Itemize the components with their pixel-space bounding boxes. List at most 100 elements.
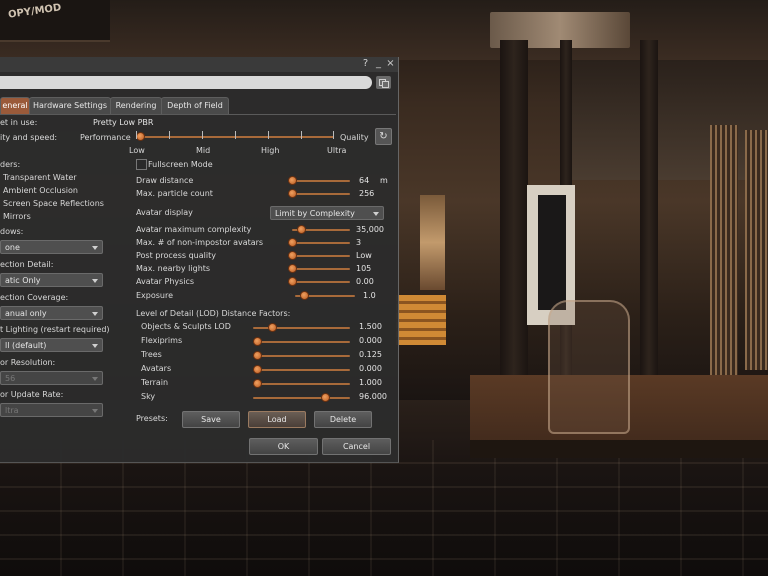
- exposure-value: 1.0: [363, 291, 376, 300]
- non-impostor-label: Max. # of non-impostor avatars: [136, 238, 264, 247]
- save-preset-button[interactable]: Save: [182, 411, 240, 428]
- post-process-slider[interactable]: [288, 251, 350, 261]
- chevron-down-icon: [92, 279, 98, 283]
- slider-thumb[interactable]: [288, 176, 297, 185]
- search-input[interactable]: [0, 76, 372, 89]
- slider-thumb[interactable]: [253, 379, 262, 388]
- shaders-label: ders:: [0, 160, 21, 169]
- post-process-label: Post process quality: [136, 251, 216, 260]
- slider-thumb[interactable]: [296, 225, 306, 234]
- draw-distance-unit: m: [380, 176, 388, 185]
- slider-thumb[interactable]: [288, 264, 297, 273]
- mirror-resolution-value: 56: [5, 374, 16, 383]
- presets-label: Presets:: [136, 414, 168, 423]
- nearby-lights-slider[interactable]: [288, 264, 350, 274]
- lod-avatars-value: 0.000: [359, 364, 382, 373]
- ok-button[interactable]: OK: [249, 438, 318, 455]
- load-preset-button[interactable]: Load: [248, 411, 306, 428]
- lighting-label: t Lighting (restart required): [0, 325, 110, 334]
- scene-wood-slats: [745, 130, 768, 370]
- chevron-down-icon: [92, 377, 98, 381]
- mirror-update-dropdown: ltra: [0, 403, 103, 417]
- nearby-lights-label: Max. nearby lights: [136, 264, 211, 273]
- slider-thumb[interactable]: [288, 189, 297, 198]
- particle-count-value: 256: [359, 189, 375, 198]
- shadows-label: dows:: [0, 227, 24, 236]
- preferences-dialog: ? _ × eneral Hardware Settings Rendering…: [0, 57, 399, 463]
- draw-distance-value: 64: [359, 176, 370, 185]
- avatar-display-dropdown[interactable]: Limit by Complexity: [270, 206, 384, 220]
- slider-thumb[interactable]: [253, 365, 262, 374]
- chevron-down-icon: [92, 312, 98, 316]
- post-process-value: Low: [356, 251, 372, 260]
- slider-thumb[interactable]: [267, 323, 277, 332]
- help-icon[interactable]: ?: [360, 58, 371, 70]
- tab-depth-of-field[interactable]: Depth of Field: [161, 97, 229, 114]
- chevron-down-icon: [92, 409, 98, 413]
- chevron-down-icon: [92, 344, 98, 348]
- lod-avatars-slider[interactable]: [253, 365, 350, 375]
- scene-light-column: [420, 195, 445, 290]
- mirror-update-value: ltra: [5, 406, 19, 415]
- reflection-coverage-dropdown[interactable]: anual only: [0, 306, 103, 320]
- non-impostor-slider[interactable]: [288, 238, 350, 248]
- slider-thumb[interactable]: [288, 277, 297, 286]
- shader-option[interactable]: Ambient Occlusion: [3, 186, 78, 196]
- scene-sign: OPY/MOD: [0, 0, 110, 42]
- lod-objects-value: 1.500: [359, 322, 382, 331]
- slider-thumb[interactable]: [299, 291, 309, 300]
- tab-hardware-settings[interactable]: Hardware Settings: [29, 97, 111, 114]
- avatar-physics-label: Avatar Physics: [136, 277, 195, 286]
- lod-trees-slider[interactable]: [253, 351, 350, 361]
- lod-objects-slider[interactable]: [253, 323, 350, 333]
- lod-flexiprims-value: 0.000: [359, 336, 382, 345]
- lod-trees-value: 0.125: [359, 350, 382, 359]
- slider-thumb[interactable]: [288, 238, 297, 247]
- lod-sky-slider[interactable]: [253, 393, 350, 403]
- avatar-complexity-slider[interactable]: [292, 225, 350, 235]
- avatar-physics-slider[interactable]: [288, 277, 350, 287]
- lod-terrain-slider[interactable]: [253, 379, 350, 389]
- shadows-dropdown[interactable]: one: [0, 240, 103, 254]
- draw-distance-slider[interactable]: [288, 176, 350, 186]
- scene-sign-text: OPY/MOD: [7, 2, 62, 21]
- quality-label-right: Quality: [340, 133, 369, 142]
- minimize-icon[interactable]: _: [373, 58, 384, 70]
- slider-thumb[interactable]: [253, 337, 262, 346]
- exposure-slider[interactable]: [295, 291, 355, 301]
- slider-thumb[interactable]: [320, 393, 330, 402]
- shader-option[interactable]: Screen Space Reflections: [3, 199, 104, 209]
- close-icon[interactable]: ×: [385, 58, 396, 70]
- slider-thumb[interactable]: [253, 351, 262, 360]
- particle-count-slider[interactable]: [288, 189, 350, 199]
- reflection-detail-dropdown[interactable]: atic Only: [0, 273, 103, 287]
- avatar-display-label: Avatar display: [136, 208, 193, 217]
- tab-rendering[interactable]: Rendering: [110, 97, 162, 114]
- scene-deck-edge: [470, 440, 768, 458]
- reset-icon[interactable]: ↻: [375, 128, 392, 145]
- lod-flexiprims-slider[interactable]: [253, 337, 350, 347]
- lod-terrain-value: 1.000: [359, 378, 382, 387]
- exposure-label: Exposure: [136, 291, 174, 300]
- lod-sky-label: Sky: [141, 392, 156, 401]
- avatar-display-value: Limit by Complexity: [275, 209, 355, 218]
- cancel-button[interactable]: Cancel: [322, 438, 391, 455]
- slider-thumb[interactable]: [288, 251, 297, 260]
- shader-option[interactable]: Mirrors: [3, 212, 31, 222]
- shader-option[interactable]: Transparent Water: [3, 173, 77, 183]
- delete-preset-button[interactable]: Delete: [314, 411, 372, 428]
- dialog-titlebar[interactable]: ? _ ×: [0, 57, 398, 72]
- fullscreen-checkbox[interactable]: [136, 159, 147, 170]
- lighting-dropdown[interactable]: ll (default): [0, 338, 103, 352]
- fullscreen-label: Fullscreen Mode: [148, 160, 213, 169]
- avatar-complexity-value: 35,000: [356, 225, 384, 234]
- quality-label: ity and speed:: [0, 133, 58, 142]
- chevron-down-icon: [373, 212, 379, 216]
- mirror-update-label: or Update Rate:: [0, 390, 64, 399]
- reflection-coverage-value: anual only: [5, 309, 47, 318]
- expand-icon[interactable]: [376, 76, 391, 89]
- tab-general[interactable]: eneral: [0, 97, 30, 114]
- reflection-detail-label: ection Detail:: [0, 260, 54, 269]
- avatar-physics-value: 0.00: [356, 277, 374, 286]
- lod-heading: Level of Detail (LOD) Distance Factors:: [136, 309, 291, 318]
